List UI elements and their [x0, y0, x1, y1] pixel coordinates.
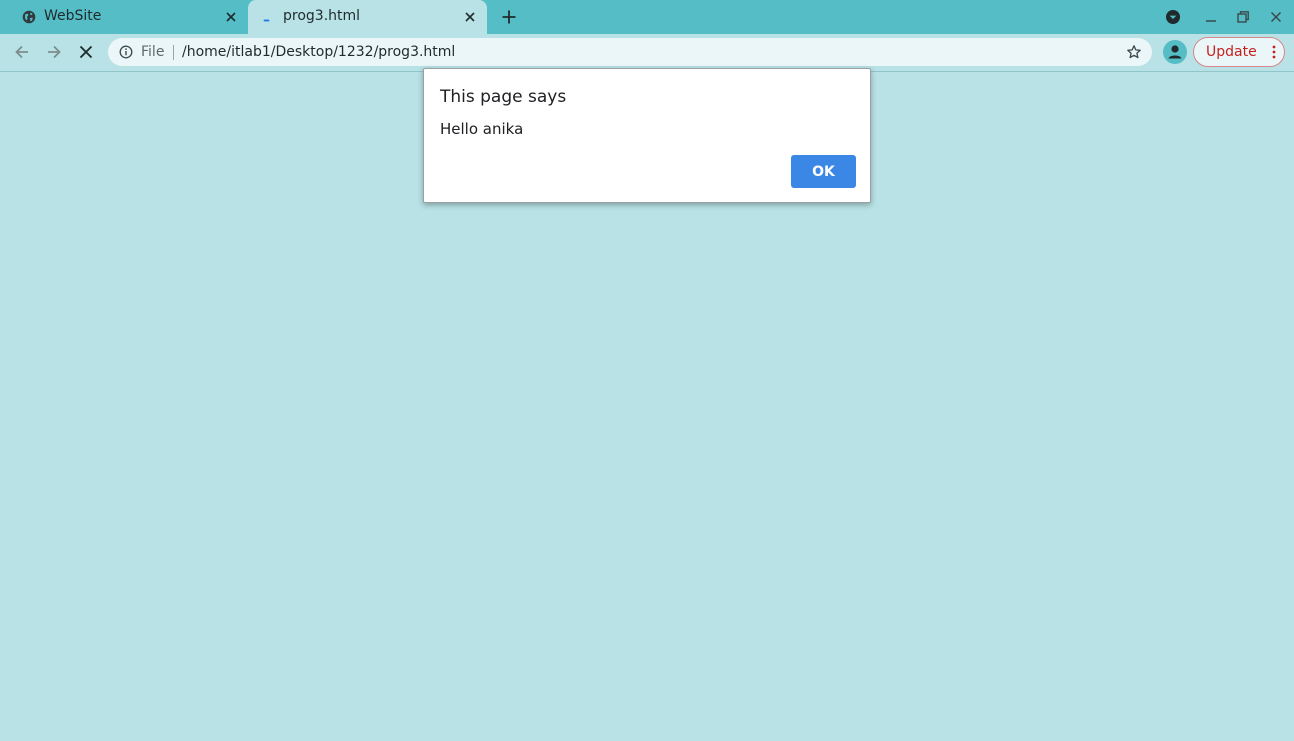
forward-icon[interactable]: [44, 42, 64, 62]
update-button[interactable]: Update: [1193, 37, 1285, 67]
close-icon[interactable]: [224, 10, 238, 24]
address-divider: [173, 45, 174, 60]
url-scheme-label: File: [141, 44, 165, 60]
update-label: Update: [1206, 44, 1257, 60]
dialog-title: This page says: [440, 87, 567, 107]
address-bar[interactable]: File /home/itlab1/Desktop/1232/prog3.htm…: [108, 38, 1152, 66]
back-icon[interactable]: [12, 42, 32, 62]
profile-avatar[interactable]: [1163, 40, 1187, 64]
tab-website[interactable]: WebSite: [8, 0, 248, 34]
info-icon[interactable]: [119, 45, 133, 59]
bookmark-star-icon[interactable]: [1126, 44, 1142, 60]
tab-title: prog3.html: [283, 8, 361, 24]
globe-icon: [22, 10, 36, 24]
more-menu-icon[interactable]: [1272, 45, 1276, 59]
ok-button[interactable]: OK: [791, 155, 856, 188]
dialog-message: Hello anika: [440, 120, 524, 138]
stop-loading-icon[interactable]: [76, 42, 96, 62]
restore-icon[interactable]: [1234, 8, 1252, 26]
new-tab-icon[interactable]: [499, 7, 519, 27]
minimize-icon[interactable]: [1202, 8, 1220, 26]
tab-title: WebSite: [44, 8, 102, 24]
tab-search-icon[interactable]: [1164, 8, 1182, 26]
person-icon: [1168, 45, 1182, 59]
window-close-icon[interactable]: [1267, 8, 1285, 26]
browser-toolbar: File /home/itlab1/Desktop/1232/prog3.htm…: [0, 34, 1294, 72]
tab-prog3[interactable]: prog3.html: [248, 0, 487, 34]
tab-strip: WebSite prog3.html: [0, 0, 1294, 34]
alert-dialog: This page says Hello anika OK: [423, 68, 871, 203]
loading-spinner-icon: [263, 19, 270, 22]
url-text[interactable]: /home/itlab1/Desktop/1232/prog3.html: [182, 44, 455, 60]
close-icon[interactable]: [463, 10, 477, 24]
